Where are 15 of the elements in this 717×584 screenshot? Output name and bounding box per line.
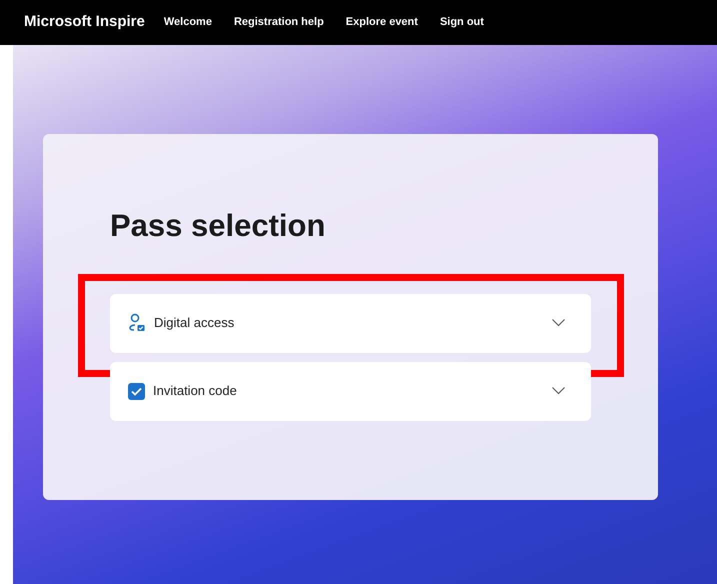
nav-link[interactable]: Explore event [346,14,418,31]
pass-option[interactable]: Invitation code [110,362,591,420]
nav-link[interactable]: Sign out [440,14,484,31]
checkmark-icon [131,386,142,396]
option-label: Digital access [154,314,234,332]
nav-link[interactable]: Registration help [234,14,324,31]
chevron-down-icon [552,387,565,395]
nav-link[interactable]: Welcome [164,14,212,31]
page-title: Pass selection [110,207,326,245]
checkbox[interactable] [128,382,145,400]
option-label: Invitation code [153,382,237,400]
chevron-down-icon [552,319,565,327]
person-badge-icon [128,313,146,333]
pass-option[interactable]: Digital access [110,294,591,352]
brand-link[interactable]: Microsoft Inspire [24,11,145,34]
